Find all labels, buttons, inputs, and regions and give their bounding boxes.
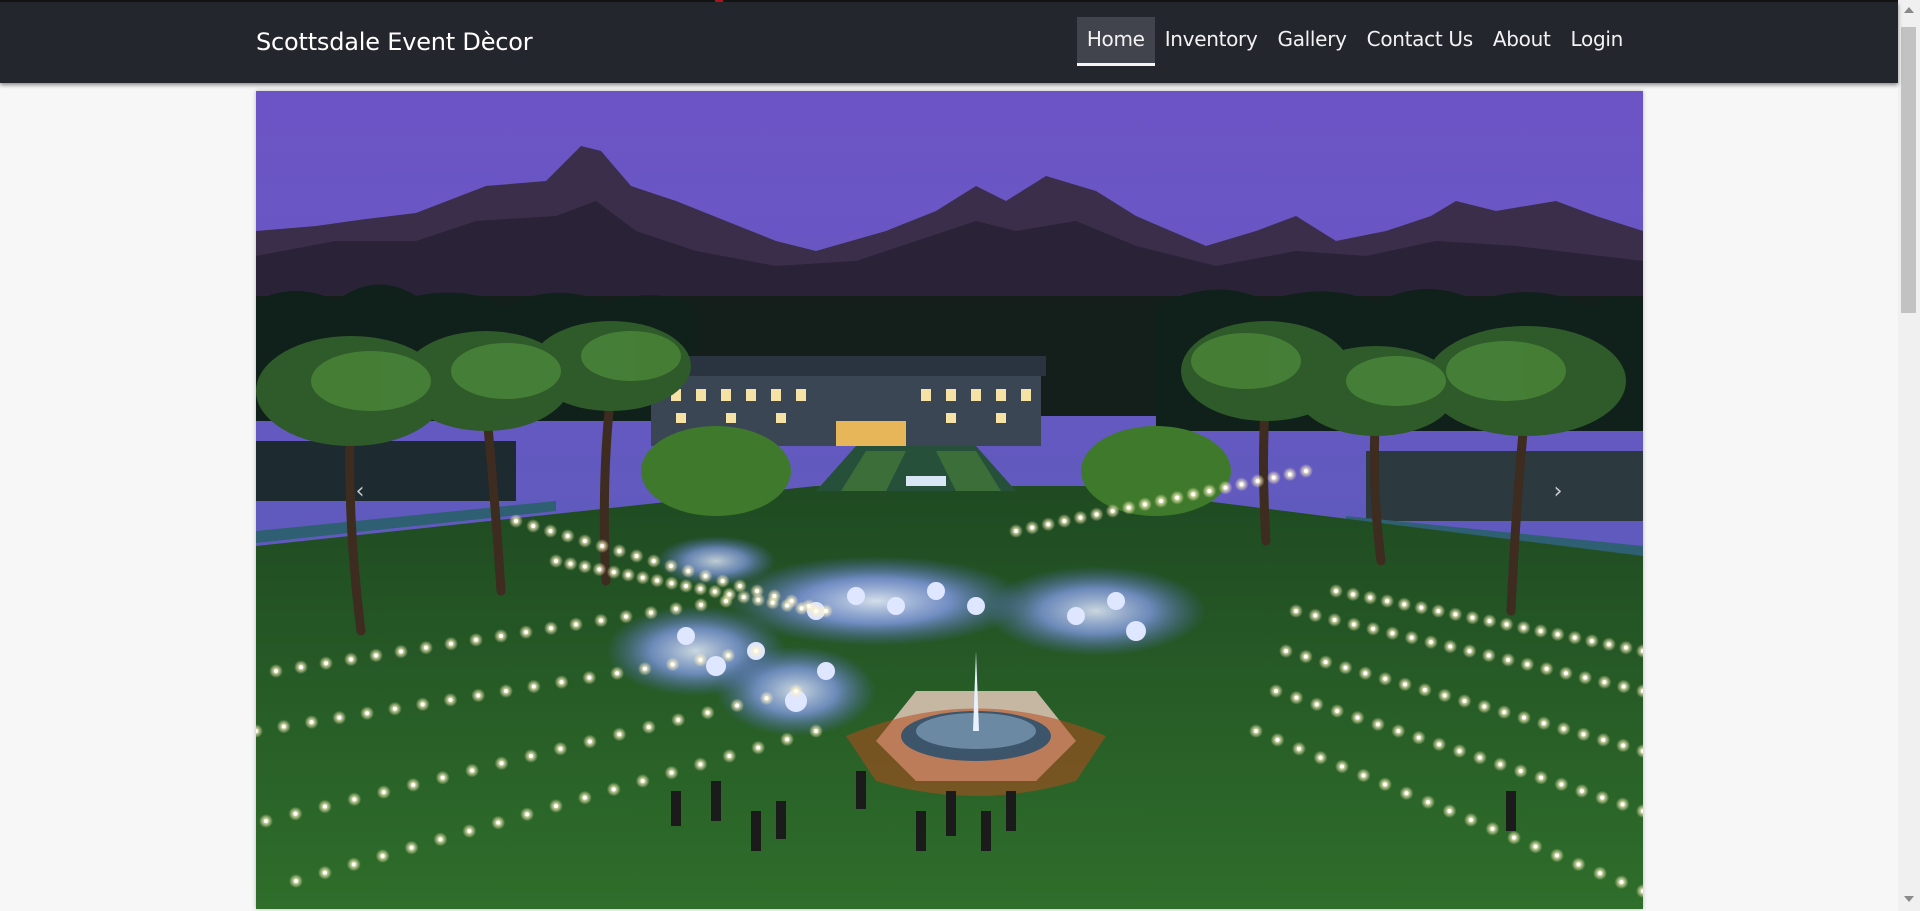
nav-inventory[interactable]: Inventory [1155, 17, 1268, 66]
nav-about[interactable]: About [1483, 17, 1561, 66]
chevron-left-icon: ‹ [355, 478, 365, 504]
scroll-up-arrow-icon[interactable] [1904, 7, 1914, 13]
hero-carousel: ‹ › [256, 91, 1643, 909]
page-scrollbar[interactable] [1898, 0, 1920, 911]
carousel-next-button[interactable]: › [1528, 461, 1588, 521]
scroll-down-arrow-icon[interactable] [1904, 896, 1914, 902]
brand-link[interactable]: Scottsdale Event Dècor [256, 28, 533, 56]
chevron-right-icon: › [1553, 478, 1563, 504]
carousel-prev-button[interactable]: ‹ [330, 461, 390, 521]
nav-contact-us[interactable]: Contact Us [1357, 17, 1483, 66]
scrollbar-thumb[interactable] [1901, 27, 1916, 313]
main-nav: Home Inventory Gallery Contact Us About … [1076, 17, 1633, 66]
nav-login[interactable]: Login [1561, 17, 1633, 66]
navbar: Scottsdale Event Dècor Home Inventory Ga… [0, 2, 1898, 83]
nav-gallery[interactable]: Gallery [1268, 17, 1357, 66]
nav-home[interactable]: Home [1076, 17, 1155, 66]
carousel-slide-image [256, 91, 1643, 909]
